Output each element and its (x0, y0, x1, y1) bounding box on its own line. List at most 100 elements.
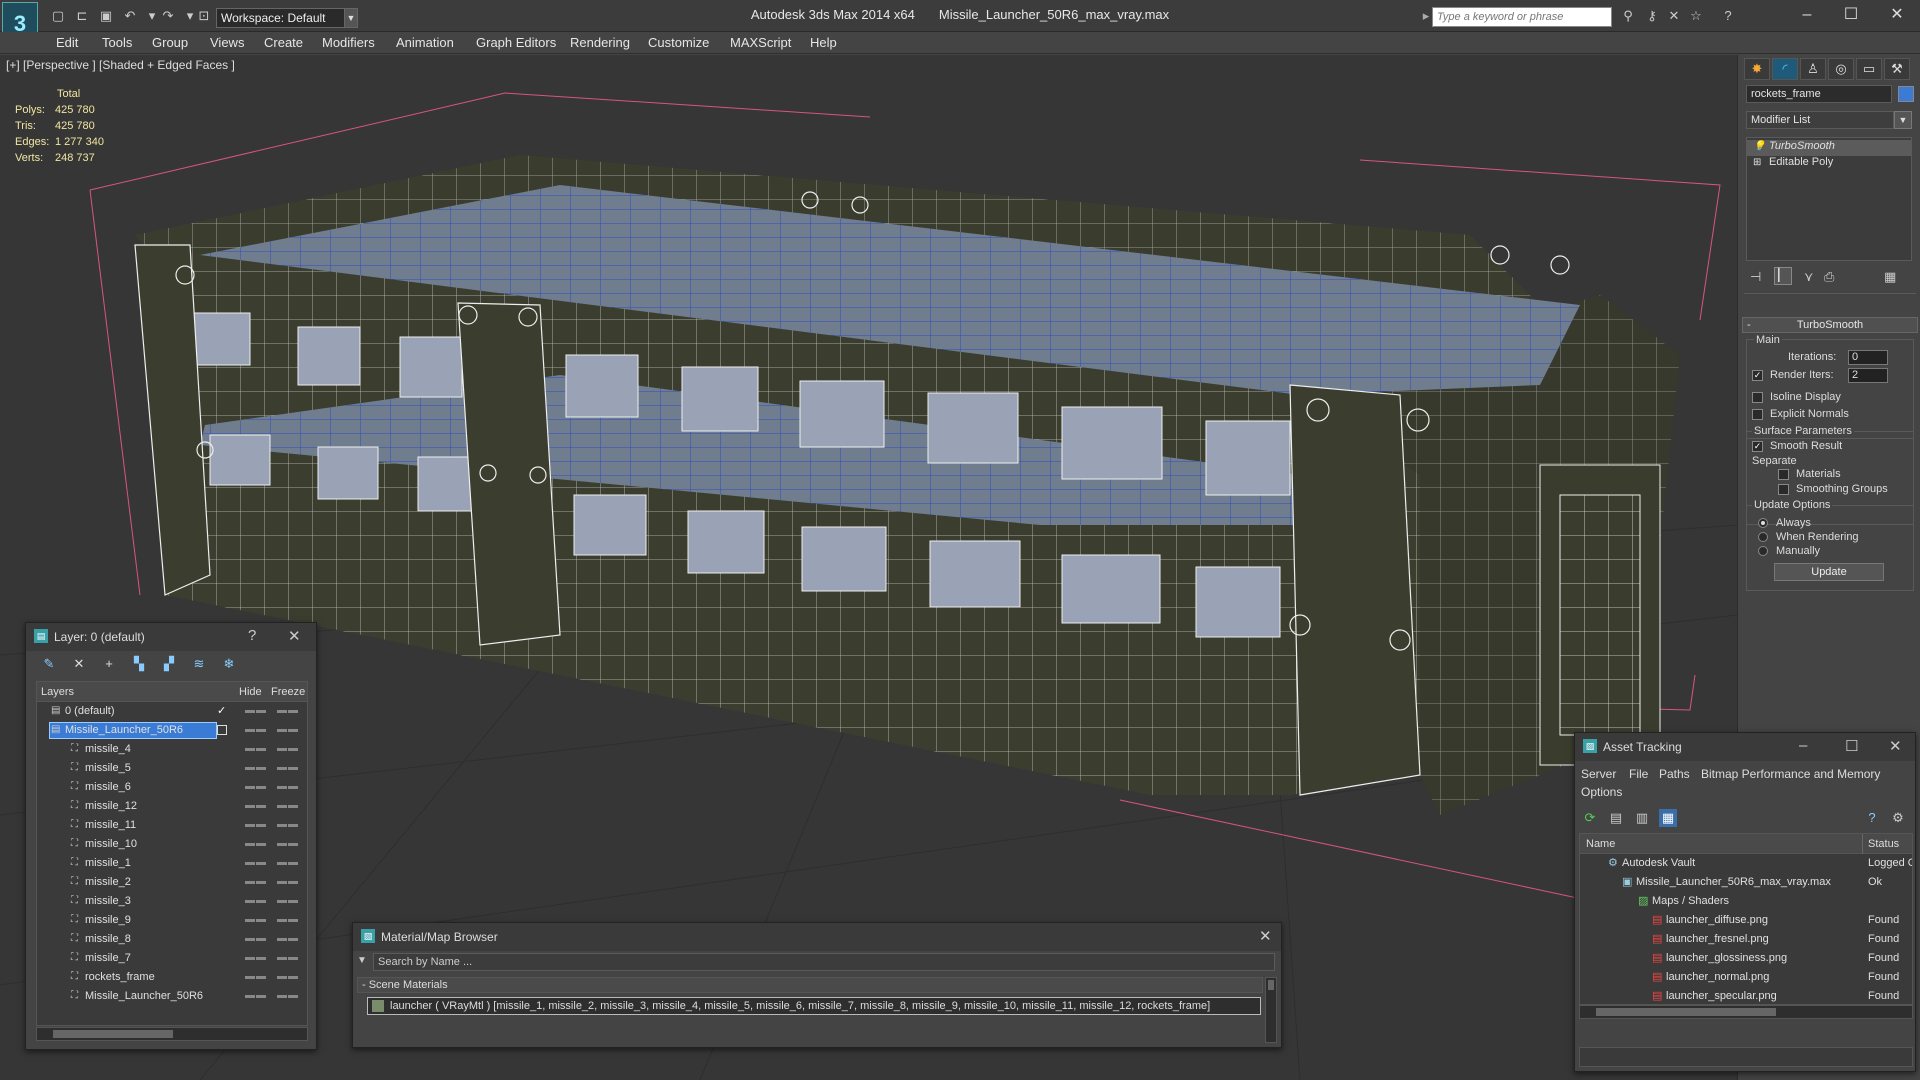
asset-row[interactable]: ▣ Missile_Launcher_50R6_max_vray.max Ok (1580, 873, 1912, 892)
add-to-layer-icon[interactable]: + (100, 655, 118, 673)
render-iters-spinner[interactable]: 2 (1848, 368, 1888, 383)
asset-maximize-button[interactable]: ☐ (1845, 737, 1858, 755)
asset-settings-icon[interactable]: ⚙ (1889, 809, 1907, 827)
expand-plus-icon[interactable]: ⊞ (1753, 157, 1761, 168)
freeze-toggle-icon[interactable]: ▬▬ (277, 933, 299, 944)
binoculars-icon[interactable]: ⚲ (1620, 9, 1636, 23)
browser-options-icon[interactable]: ▼ (357, 955, 373, 969)
layer-help-button[interactable]: ? (248, 627, 256, 644)
layer-row[interactable]: ⛶ missile_6 ▬▬ ▬▬ (37, 778, 307, 797)
material-item-launcher[interactable]: launcher ( VRayMtl ) [missile_1, missile… (367, 997, 1261, 1015)
freeze-toggle-icon[interactable]: ▬▬ (277, 781, 299, 792)
asset-menu-file[interactable]: File (1629, 767, 1648, 781)
freeze-toggle-icon[interactable]: ▬▬ (277, 895, 299, 906)
layer-row[interactable]: ⛶ missile_5 ▬▬ ▬▬ (37, 759, 307, 778)
always-radio[interactable] (1758, 518, 1768, 528)
communication-center-icon[interactable]: ✕ (1666, 9, 1682, 23)
update-button[interactable]: Update (1774, 563, 1884, 581)
new-file-icon[interactable]: ▢ (50, 9, 66, 23)
asset-close-button[interactable]: ✕ (1889, 737, 1902, 755)
display-tab-icon[interactable]: ▭ (1856, 58, 1882, 80)
set-current-layer-box-icon[interactable] (217, 725, 227, 735)
layer-row[interactable]: ⛶ missile_8 ▬▬ ▬▬ (37, 930, 307, 949)
asset-row[interactable]: ▤ launcher_glossiness.png Found (1580, 949, 1912, 968)
hide-toggle-icon[interactable]: ▬▬ (245, 724, 267, 735)
hide-toggle-icon[interactable]: ▬▬ (245, 857, 267, 868)
modifier-list-arrow-icon[interactable]: ▼ (1894, 111, 1912, 129)
when-rendering-radio[interactable] (1758, 532, 1768, 542)
refresh-icon[interactable]: ⟳ (1581, 809, 1599, 827)
hide-toggle-icon[interactable]: ▬▬ (245, 819, 267, 830)
maximize-button[interactable]: ☐ (1828, 0, 1874, 30)
menu-animation[interactable]: Animation (396, 35, 454, 50)
keyword-search-input[interactable]: Type a keyword or phrase (1432, 7, 1612, 27)
hide-toggle-icon[interactable]: ▬▬ (245, 762, 267, 773)
freeze-all-icon[interactable]: ❄ (220, 655, 238, 673)
create-layer-icon[interactable]: ✎ (40, 655, 58, 673)
freeze-toggle-icon[interactable]: ▬▬ (277, 914, 299, 925)
asset-tracking-titlebar[interactable]: ▨ Asset Tracking – ☐ ✕ (1575, 733, 1915, 761)
modifier-list-dropdown[interactable]: Modifier List (1746, 111, 1894, 129)
asset-row[interactable]: ▤ launcher_fresnel.png Found (1580, 930, 1912, 949)
current-layer-check-icon[interactable]: ✓ (217, 704, 226, 717)
freeze-toggle-icon[interactable]: ▬▬ (277, 857, 299, 868)
asset-help-icon[interactable]: ? (1863, 809, 1881, 827)
layer-row[interactable]: ⛶ missile_2 ▬▬ ▬▬ (37, 873, 307, 892)
freeze-toggle-icon[interactable]: ▬▬ (277, 990, 299, 1001)
iterations-spinner[interactable]: 0 (1848, 350, 1888, 365)
hide-toggle-icon[interactable]: ▬▬ (245, 933, 267, 944)
stack-item-turbosmooth[interactable]: 💡 TurboSmooth (1747, 140, 1911, 156)
hide-toggle-icon[interactable]: ▬▬ (245, 971, 267, 982)
minimize-button[interactable]: – (1784, 0, 1830, 30)
asset-menu-server[interactable]: Server (1581, 767, 1616, 781)
open-file-icon[interactable]: ⊏ (74, 9, 90, 23)
layer-window-titlebar[interactable]: ▤ Layer: 0 (default) ? ✕ (26, 623, 316, 651)
hierarchy-tab-icon[interactable]: ♙ (1800, 58, 1826, 80)
material-search-input[interactable]: Search by Name ... (373, 953, 1275, 971)
menu-modifiers[interactable]: Modifiers (322, 35, 375, 50)
asset-minimize-button[interactable]: – (1799, 737, 1807, 754)
detail-view-icon[interactable]: ▥ (1633, 809, 1651, 827)
remove-modifier-icon[interactable]: ⎙ (1824, 269, 1834, 285)
asset-menu-paths[interactable]: Paths (1659, 767, 1690, 781)
asset-row[interactable]: ▤ launcher_specular.png Found (1580, 987, 1912, 1006)
make-unique-icon[interactable]: ⋎ (1804, 269, 1814, 285)
explicit-normals-checkbox[interactable] (1752, 409, 1763, 420)
freeze-toggle-icon[interactable]: ▬▬ (277, 800, 299, 811)
project-folder-icon[interactable]: ⊡ (196, 9, 212, 23)
table-view-icon[interactable]: ▦ (1659, 809, 1677, 827)
freeze-toggle-icon[interactable]: ▬▬ (277, 724, 299, 735)
manually-radio[interactable] (1758, 546, 1768, 556)
configure-modifier-sets-icon[interactable]: ▦ (1884, 269, 1896, 285)
material-vertical-scrollbar[interactable] (1265, 977, 1277, 1043)
layer-horizontal-scrollbar[interactable] (36, 1027, 308, 1041)
menu-maxscript[interactable]: MAXScript (730, 35, 791, 50)
layer-close-button[interactable]: ✕ (288, 627, 301, 645)
layer-row[interactable]: ⛶ missile_9 ▬▬ ▬▬ (37, 911, 307, 930)
save-icon[interactable]: ▣ (98, 9, 114, 23)
asset-row[interactable]: ▤ launcher_diffuse.png Found (1580, 911, 1912, 930)
create-tab-icon[interactable]: ✸ (1744, 58, 1770, 80)
scene-materials-header[interactable]: - Scene Materials (357, 977, 1263, 993)
asset-menu-options[interactable]: Options (1581, 785, 1622, 799)
material-browser-close-button[interactable]: ✕ (1259, 927, 1272, 945)
material-browser-titlebar[interactable]: ▧ Material/Map Browser ✕ (353, 923, 1281, 951)
hide-toggle-icon[interactable]: ▬▬ (245, 952, 267, 963)
isoline-display-checkbox[interactable] (1752, 392, 1763, 403)
pin-stack-icon[interactable]: ⊣ (1750, 269, 1761, 285)
freeze-toggle-icon[interactable]: ▬▬ (277, 762, 299, 773)
freeze-toggle-icon[interactable]: ▬▬ (277, 743, 299, 754)
stack-item-editable-poly[interactable]: ⊞ Editable Poly (1747, 156, 1911, 172)
menu-tools[interactable]: Tools (102, 35, 132, 50)
menu-customize[interactable]: Customize (648, 35, 709, 50)
modify-tab-icon[interactable]: ◜ (1772, 58, 1798, 80)
asset-row[interactable]: ▤ launcher_normal.png Found (1580, 968, 1912, 987)
asset-path-field[interactable] (1579, 1047, 1913, 1067)
layer-row[interactable]: ▤ Missile_Launcher_50R6 ▬▬ ▬▬ (37, 721, 307, 740)
viewport-label[interactable]: [+] [Perspective ] [Shaded + Edged Faces… (6, 58, 235, 72)
layer-row[interactable]: ▤ 0 (default) ✓ ▬▬ ▬▬ (37, 702, 307, 721)
close-button[interactable]: ✕ (1874, 0, 1920, 30)
utilities-tab-icon[interactable]: ⚒ (1884, 58, 1910, 80)
asset-row[interactable]: ⚙ Autodesk Vault Logged O (1580, 854, 1912, 873)
redo-icon[interactable]: ↷ (160, 9, 176, 23)
